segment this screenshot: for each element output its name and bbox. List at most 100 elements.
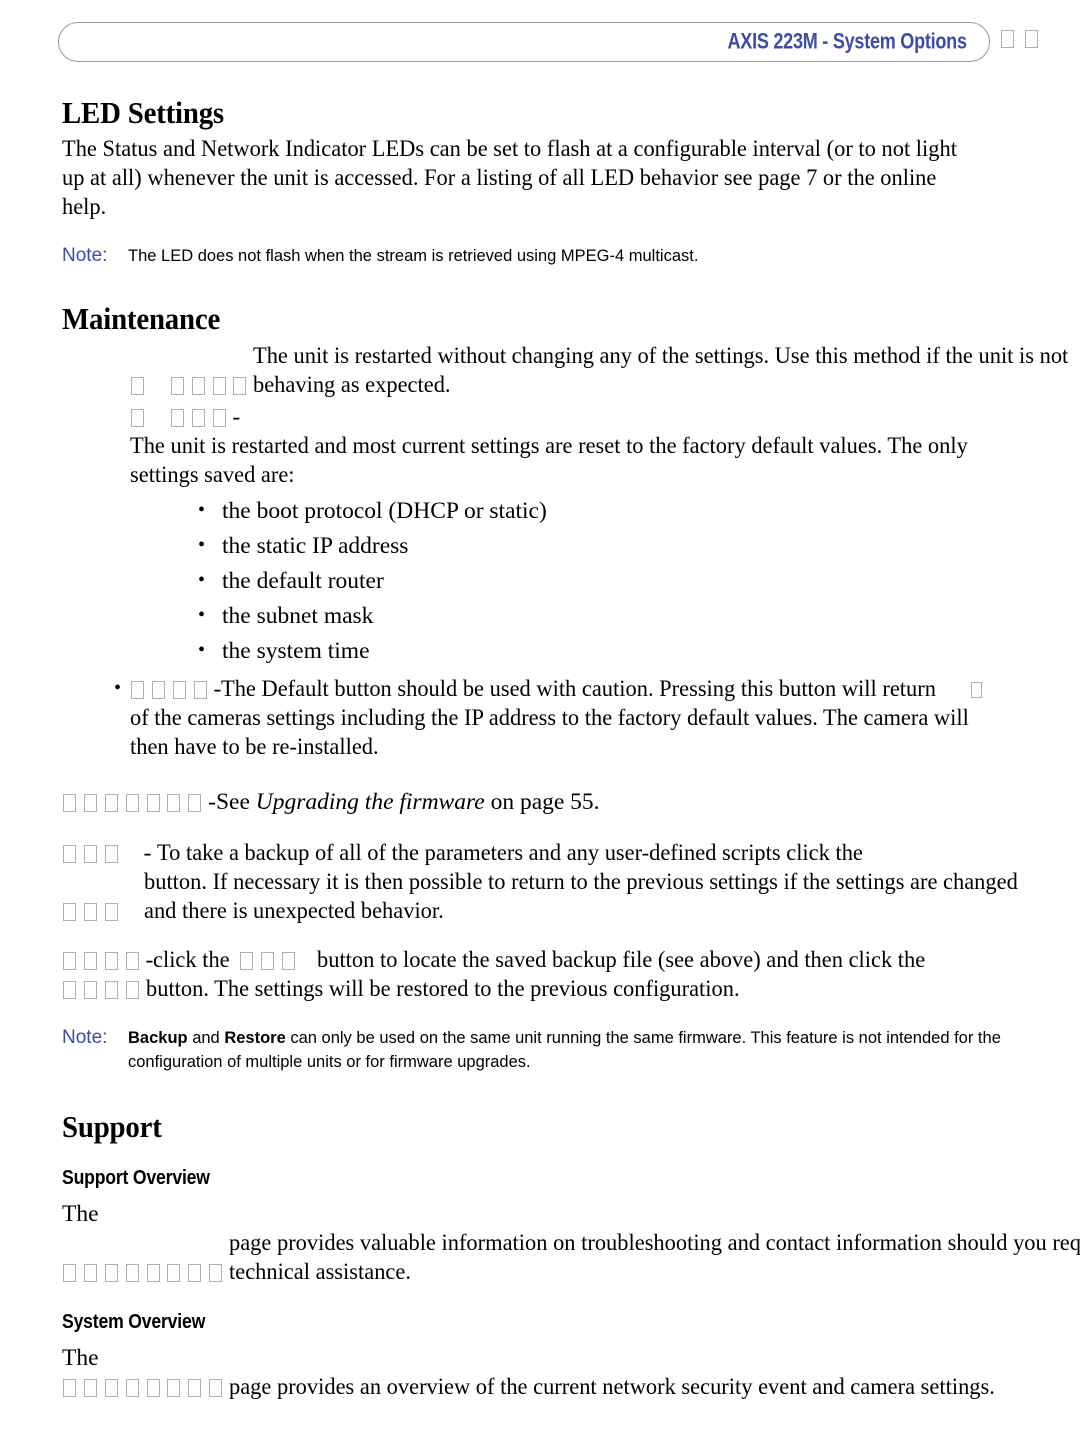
paragraph-restore-text3: button. The settings will be restored to…: [145, 975, 740, 1002]
heading-led-settings: LED Settings: [62, 95, 224, 130]
missing-glyph-box: [188, 1264, 202, 1283]
heading-maintenance: Maintenance: [62, 301, 221, 337]
header-pill-outline: AXIS 223M - System Options: [58, 22, 990, 62]
list-item: the subnet mask: [130, 598, 1014, 634]
text-after: page provides valuable information on tr…: [229, 1230, 1080, 1286]
missing-glyph-box: [63, 1379, 76, 1398]
missing-glyph-box: [240, 951, 254, 970]
missing-glyph-box: [83, 951, 97, 970]
text-after: page provides an overview of the current…: [229, 1374, 995, 1401]
text-after: on page 55.: [484, 788, 600, 815]
missing-glyph-box: [104, 951, 118, 970]
separator-dash: -: [143, 839, 152, 866]
missing-glyph-box: [104, 844, 118, 863]
missing-glyph-box: [83, 844, 97, 863]
header-missing-glyphs: [1000, 30, 1039, 48]
paragraph-backup-text2: button. If necessary it is then possible…: [143, 868, 1018, 924]
note-label: Note:: [62, 1026, 108, 1048]
missing-glyph-box: [167, 1379, 181, 1398]
missing-glyph-run: [62, 976, 146, 1002]
list-item: the system time: [130, 633, 1014, 669]
paragraph-led-settings: The Status and Network Indicator LEDs ca…: [62, 136, 957, 221]
missing-glyph-run: [130, 372, 253, 398]
missing-glyph-box: [83, 793, 97, 812]
missing-glyph-box: [125, 793, 139, 812]
missing-glyph-box: [131, 408, 144, 427]
missing-glyph-run: [62, 840, 144, 866]
missing-glyph-box: [193, 680, 207, 699]
missing-glyph-box: [970, 681, 982, 698]
missing-glyph-box: [1025, 30, 1038, 48]
paragraph-upgrade-firmware: -See Upgrading the firmware on page 55.: [62, 788, 1014, 817]
missing-glyph-box: [63, 1264, 76, 1283]
missing-glyph-box: [191, 376, 205, 395]
paragraph-backup: - To take a backup of all of the paramet…: [62, 839, 1017, 926]
missing-glyph-box: [167, 793, 181, 812]
separator-dash: -: [232, 403, 241, 430]
missing-glyph-box: [146, 1264, 160, 1283]
text-before: The: [62, 1201, 99, 1228]
missing-glyph-box: [63, 951, 76, 970]
missing-glyph-run: [62, 1259, 229, 1285]
missing-glyph-box: [83, 1264, 97, 1283]
missing-glyph-box: [104, 980, 118, 999]
missing-glyph-box: [1001, 30, 1014, 48]
missing-glyph-box: [125, 1379, 139, 1398]
note-backup-restore: Note: Backup and Restore can only be use…: [62, 1026, 1014, 1074]
missing-glyph-run: [62, 898, 144, 924]
cross-reference-title: Upgrading the firmware: [255, 788, 485, 815]
text-before: See: [215, 788, 256, 815]
missing-glyph-box: [125, 980, 139, 999]
missing-glyph-box: [83, 980, 97, 999]
missing-glyph-box: [131, 376, 144, 395]
list-item: the boot protocol (DHCP or static): [130, 493, 1014, 529]
list-item: the static IP address: [130, 528, 1014, 564]
missing-glyph-box: [209, 1379, 223, 1398]
missing-glyph-box: [125, 951, 139, 970]
missing-glyph-box: [167, 1264, 181, 1283]
list-item-text: The unit is restarted without changing a…: [253, 342, 1069, 398]
paragraph-system-overview: The page provides an overview of the cur…: [62, 1344, 1014, 1402]
heading-system-overview: System Overview: [62, 1311, 206, 1334]
missing-glyph-run: [234, 947, 317, 973]
missing-glyph-box: [170, 376, 184, 395]
note-text: The LED does not flash when the stream i…: [128, 247, 699, 266]
list-item-text-part1: The Default button should be used with c…: [221, 675, 937, 702]
missing-glyph-box: [188, 1379, 202, 1398]
note-bold-restore: Restore: [224, 1028, 286, 1047]
missing-glyph-run: [62, 1374, 229, 1400]
missing-glyph-box: [63, 844, 76, 863]
missing-glyph-box: [188, 793, 202, 812]
list-item: the default router: [130, 563, 1014, 599]
missing-glyph-box: [146, 1379, 160, 1398]
page-content: LED Settings The Status and Network Indi…: [62, 95, 1080, 1402]
maintenance-bullet-list: The unit is restarted without changing a…: [62, 342, 1069, 762]
note-led: Note: The LED does not flash when the st…: [62, 244, 1014, 268]
missing-glyph-box: [212, 376, 226, 395]
missing-glyph-box: [146, 793, 160, 812]
header-title: AXIS 223M - System Options: [727, 28, 967, 54]
missing-glyph-box: [83, 1379, 97, 1398]
missing-glyph-box: [261, 951, 275, 970]
text-before: The: [62, 1345, 99, 1372]
paragraph-backup-text1: To take a backup of all of the parameter…: [157, 839, 864, 866]
paragraph-restore-text1: click the: [153, 946, 230, 973]
note-bold-backup: Backup: [128, 1028, 188, 1047]
missing-glyph-box: [104, 1379, 118, 1398]
missing-glyph-run: [62, 789, 208, 815]
missing-glyph-box: [63, 902, 76, 921]
list-item-text-part2: of the cameras settings including the IP…: [130, 704, 969, 760]
list-item-restart: The unit is restarted without changing a…: [62, 342, 1069, 400]
saved-settings-list: the boot protocol (DHCP or static) the s…: [130, 493, 1014, 669]
missing-glyph-box: [282, 951, 296, 970]
paragraph-restore-text2: button to locate the saved backup file (…: [316, 946, 926, 973]
missing-glyph-box: [104, 1264, 118, 1283]
note-label: Note:: [62, 245, 108, 267]
missing-glyph-box: [63, 793, 76, 812]
missing-glyph-box: [212, 408, 226, 427]
missing-glyph-run: [130, 404, 232, 430]
list-item-restore-factory: -The unit is restarted and most current …: [62, 403, 1014, 669]
missing-glyph-run: [62, 947, 146, 973]
heading-support-overview: Support Overview: [62, 1167, 210, 1190]
list-item-text: The unit is restarted and most current s…: [130, 432, 968, 488]
